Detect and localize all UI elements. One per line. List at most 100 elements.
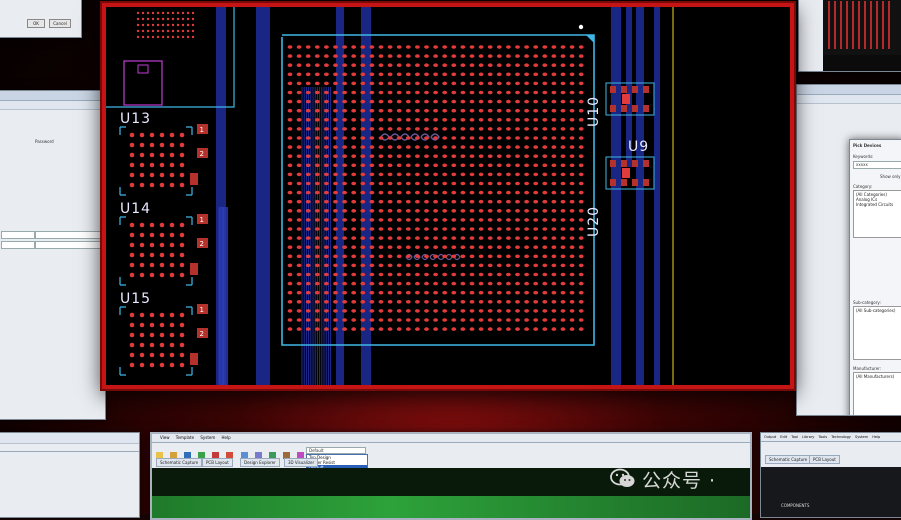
bga-pad — [560, 318, 566, 322]
bga-pad — [296, 118, 302, 122]
ic-pad — [129, 162, 135, 168]
menu-edit[interactable]: Edit — [780, 435, 787, 439]
category-item[interactable]: Integrated Circuits — [856, 202, 900, 207]
bga-pad — [460, 218, 466, 222]
menu-system[interactable]: System — [200, 435, 215, 440]
bga-pad — [487, 290, 493, 295]
bga-pad — [396, 127, 402, 131]
bga-pad — [324, 81, 329, 86]
bga-pad — [569, 63, 575, 67]
pad — [136, 17, 140, 21]
layer-select[interactable]: Default — [306, 447, 366, 454]
bga-pad — [487, 81, 493, 86]
subcategory-list[interactable]: (All Sub-categories) — [853, 306, 901, 360]
tab-schematic-capture[interactable]: Schematic Capture — [765, 455, 812, 464]
bga-pad — [506, 245, 511, 249]
tab-design-explorer[interactable]: Design Explorer — [240, 458, 280, 467]
bga-pad — [305, 45, 311, 49]
bga-pad — [533, 254, 539, 259]
category-list[interactable]: (All Categories) Analog ICs Integrated C… — [853, 190, 901, 238]
cancel-button[interactable]: Cancel — [49, 19, 71, 28]
bga-pad — [578, 327, 584, 331]
bga-pad — [305, 127, 311, 131]
menu-tool[interactable]: Tool — [791, 435, 798, 439]
select-field[interactable] — [35, 241, 103, 249]
bga-pad — [387, 272, 393, 277]
bga-pad — [578, 90, 584, 95]
tab-pcb-layout[interactable]: PCB Layout — [202, 458, 233, 467]
ok-button[interactable]: OK — [27, 19, 45, 28]
bga-pad — [578, 72, 584, 77]
keywords-input[interactable]: xxxxx — [853, 161, 901, 169]
bga-pad — [496, 72, 502, 77]
menu-view[interactable]: View — [160, 435, 170, 440]
bga-pad — [342, 190, 347, 195]
bga-pad — [578, 245, 584, 249]
bga-pad — [369, 290, 375, 295]
bga-pad — [442, 154, 448, 158]
bga-pad — [515, 63, 520, 67]
form-field-2[interactable] — [1, 241, 35, 249]
bga-pad — [360, 199, 366, 204]
password-field[interactable] — [35, 231, 103, 239]
bga-pad — [533, 181, 539, 186]
pad — [136, 35, 140, 39]
bga-pad — [333, 154, 338, 158]
bga-pad — [542, 281, 548, 286]
bga-pad — [578, 281, 584, 286]
bga-pad — [551, 300, 557, 304]
bga-pad — [524, 154, 529, 158]
bga-pad — [442, 254, 448, 259]
menu-technology[interactable]: Technology — [831, 435, 851, 439]
bga-pad — [324, 90, 329, 95]
bga-pad — [478, 263, 484, 268]
bga-pad — [506, 172, 511, 177]
menu-library[interactable]: Library — [802, 435, 814, 439]
bga-pad — [469, 45, 475, 49]
menu-help[interactable]: Help — [222, 435, 231, 440]
bga-pad — [515, 90, 520, 95]
bga-pad — [506, 290, 511, 295]
bga-pad — [378, 81, 384, 86]
bga-pad — [578, 127, 584, 131]
subcategory-item[interactable]: (All Sub-categories) — [856, 308, 900, 313]
tab-schematic-capture[interactable]: Schematic Capture — [156, 458, 203, 467]
manufacturer-item[interactable]: (All Manufacturers) — [856, 374, 900, 379]
bga-pad — [569, 209, 575, 213]
bga-pad — [396, 118, 402, 122]
bga-pad — [551, 199, 557, 204]
bga-pad — [487, 72, 493, 77]
tab-pcb-layout[interactable]: PCB Layout — [809, 455, 840, 464]
bga-pad — [460, 118, 466, 122]
form-field[interactable] — [1, 231, 35, 239]
bga-pad — [496, 145, 502, 149]
menu-system[interactable]: System — [855, 435, 868, 439]
bga-pad — [333, 172, 338, 177]
bga-pad — [351, 154, 357, 158]
bga-pad — [360, 45, 366, 49]
manufacturer-list[interactable]: (All Manufacturers) — [853, 372, 901, 415]
menu-template[interactable]: Template — [176, 435, 194, 440]
bga-pad — [378, 327, 384, 331]
menu-output[interactable]: Output — [764, 435, 776, 439]
bga-pad — [496, 272, 502, 277]
bga-pad — [569, 254, 575, 259]
bga-pad — [560, 263, 566, 268]
menu-help[interactable]: Help — [872, 435, 880, 439]
bga-pad — [442, 90, 448, 95]
bga-pad — [442, 272, 448, 277]
bga-pad — [469, 236, 475, 240]
tab-3d-visualizer[interactable]: 3D Visualizer — [284, 458, 319, 467]
ic-pad — [179, 152, 185, 158]
bga-pad — [460, 145, 466, 149]
bga-pad — [287, 190, 293, 195]
bga-pad — [496, 300, 502, 304]
bga-pad — [560, 190, 566, 195]
bga-pad — [405, 327, 411, 331]
designator-u15: U15 — [120, 291, 151, 307]
menu-tools[interactable]: Tools — [819, 435, 828, 439]
bga-pad — [533, 163, 539, 168]
bga-pad — [387, 118, 393, 122]
bga-pad — [369, 318, 375, 322]
pcb-canvas[interactable]: 1 2 1 2 1 2 U13 U14 U15 U10 U9 U20 — [106, 7, 790, 385]
